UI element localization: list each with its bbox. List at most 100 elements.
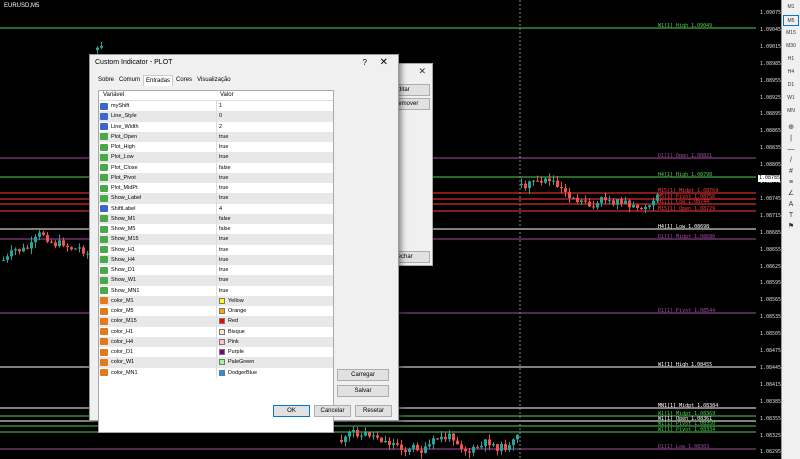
param-value-cell[interactable]: PaleGreen: [216, 357, 333, 368]
timeframe-m30[interactable]: M30: [783, 41, 799, 52]
save-button[interactable]: Salvar: [337, 385, 389, 397]
timeframe-h4[interactable]: H4: [783, 67, 799, 78]
close-icon[interactable]: ✕: [380, 57, 388, 68]
param-row[interactable]: Plot_Close false: [99, 162, 333, 173]
help-icon[interactable]: ?: [363, 58, 367, 67]
param-row[interactable]: Show_H1 true: [99, 244, 333, 255]
param-value-cell[interactable]: Purple: [216, 347, 333, 358]
param-value-cell[interactable]: Yellow: [216, 295, 333, 306]
param-row[interactable]: color_M5 Orange: [99, 306, 333, 317]
drawing-tool-icon[interactable]: |: [784, 134, 798, 144]
param-value-cell[interactable]: true: [216, 131, 333, 142]
timeframe-mn[interactable]: MN: [783, 106, 799, 117]
param-value-cell[interactable]: true: [216, 254, 333, 265]
param-value-cell[interactable]: true: [216, 172, 333, 183]
param-value-cell[interactable]: true: [216, 275, 333, 286]
param-value-cell[interactable]: Bisque: [216, 326, 333, 337]
ok-button[interactable]: OK: [273, 405, 310, 417]
param-value-cell[interactable]: Orange: [216, 306, 333, 317]
param-row[interactable]: Plot_Low true: [99, 152, 333, 163]
param-row[interactable]: Line_Style 0: [99, 111, 333, 122]
param-row[interactable]: Show_H4 true: [99, 254, 333, 265]
param-value-cell[interactable]: true: [216, 193, 333, 204]
timeframe-m5[interactable]: M5: [783, 15, 799, 26]
timeframe-m1[interactable]: M1: [783, 2, 799, 13]
drawing-tool-icon[interactable]: ⚑: [784, 222, 798, 232]
param-value-cell[interactable]: 2: [216, 121, 333, 132]
drawing-tool-icon[interactable]: ∠: [784, 189, 798, 199]
param-row[interactable]: color_D1 Purple: [99, 347, 333, 358]
param-row[interactable]: Plot_Pivot true: [99, 172, 333, 183]
tab-visualização[interactable]: Visualização: [195, 75, 233, 86]
close-icon[interactable]: ✕: [418, 66, 426, 77]
param-row[interactable]: ShiftLabel 4: [99, 203, 333, 214]
param-row[interactable]: Show_M1 false: [99, 213, 333, 224]
param-value-cell[interactable]: Pink: [216, 336, 333, 347]
timeframe-h1[interactable]: H1: [783, 54, 799, 65]
timeframe-toolbar: M1 M5 M15 M30 H1 H4 D1 W1 MN ⊕ | — / # ≡ ∠ A T ⚑: [781, 0, 800, 459]
param-value-cell[interactable]: true: [216, 265, 333, 276]
candle-body: [416, 444, 419, 451]
param-row[interactable]: color_H1 Bisque: [99, 326, 333, 337]
param-value-cell[interactable]: Red: [216, 316, 333, 327]
param-row[interactable]: Show_D1 true: [99, 265, 333, 276]
param-row[interactable]: color_M15 Red: [99, 316, 333, 327]
param-value-cell[interactable]: 0: [216, 111, 333, 122]
candle-body: [78, 247, 81, 249]
param-row[interactable]: Plot_Open true: [99, 131, 333, 142]
param-value-cell[interactable]: true: [216, 234, 333, 245]
candle-body: [46, 234, 49, 242]
param-row[interactable]: myShift 1: [99, 101, 333, 112]
cancel-button[interactable]: Cancelar: [314, 405, 351, 417]
drawing-tool-icon[interactable]: ⊕: [784, 123, 798, 133]
param-value-cell[interactable]: DodgerBlue: [216, 367, 333, 378]
drawing-tool-icon[interactable]: —: [784, 145, 798, 155]
timeframe-m15[interactable]: M15: [783, 28, 799, 39]
param-name-cell: color_H4: [99, 337, 216, 347]
param-value-cell[interactable]: true: [216, 152, 333, 163]
param-row[interactable]: Plot_MidPt true: [99, 183, 333, 194]
param-value-cell[interactable]: true: [216, 142, 333, 153]
param-row[interactable]: color_H4 Pink: [99, 336, 333, 347]
drawing-tool-icon[interactable]: A: [784, 200, 798, 210]
tab-cores[interactable]: Cores: [174, 75, 194, 86]
param-row[interactable]: Show_Label true: [99, 193, 333, 204]
param-value-cell[interactable]: true: [216, 183, 333, 194]
param-value-cell[interactable]: true: [216, 244, 333, 255]
tab-sobre[interactable]: Sobre: [96, 75, 116, 86]
param-value: Bisque: [228, 328, 245, 335]
param-row[interactable]: Show_W1 true: [99, 275, 333, 286]
param-row[interactable]: color_M1 Yellow: [99, 295, 333, 306]
param-value-cell[interactable]: false: [216, 224, 333, 235]
tab-entradas[interactable]: Entradas: [143, 75, 174, 86]
drawing-tool-icon[interactable]: #: [784, 167, 798, 177]
timeframe-d1[interactable]: D1: [783, 80, 799, 91]
candle-body: [576, 197, 579, 203]
param-value-cell[interactable]: 4: [216, 203, 333, 214]
param-name: Show_Label: [111, 195, 142, 202]
tab-comum[interactable]: Comum: [117, 75, 142, 86]
number-type-icon: [100, 205, 108, 213]
param-value: Purple: [228, 349, 244, 356]
inputs-grid[interactable]: Variável Valor myShift 1 Line_Style 0 Line_W…: [98, 90, 334, 433]
drawing-tool-icon[interactable]: ≡: [784, 178, 798, 188]
drawing-tool-icon[interactable]: T: [784, 211, 798, 221]
param-value-cell[interactable]: false: [216, 162, 333, 173]
param-row[interactable]: Show_M15 true: [99, 234, 333, 245]
param-value-cell[interactable]: 1: [216, 101, 333, 112]
param-row[interactable]: Show_M5 false: [99, 224, 333, 235]
param-row[interactable]: Show_MN1 true: [99, 285, 333, 296]
param-row[interactable]: color_MN1 DodgerBlue: [99, 367, 333, 378]
param-name-cell: color_W1: [99, 357, 216, 367]
candle-body: [34, 236, 37, 243]
reset-button[interactable]: Resetar: [355, 405, 392, 417]
param-row[interactable]: color_W1 PaleGreen: [99, 357, 333, 368]
load-button[interactable]: Carregar: [337, 369, 389, 381]
param-row[interactable]: Line_Width 2: [99, 121, 333, 132]
param-value-cell[interactable]: true: [216, 285, 333, 296]
drawing-tool-icon[interactable]: /: [784, 156, 798, 166]
param-value-cell[interactable]: false: [216, 213, 333, 224]
candle-body: [512, 439, 515, 446]
param-row[interactable]: Plot_High true: [99, 142, 333, 153]
timeframe-w1[interactable]: W1: [783, 93, 799, 104]
